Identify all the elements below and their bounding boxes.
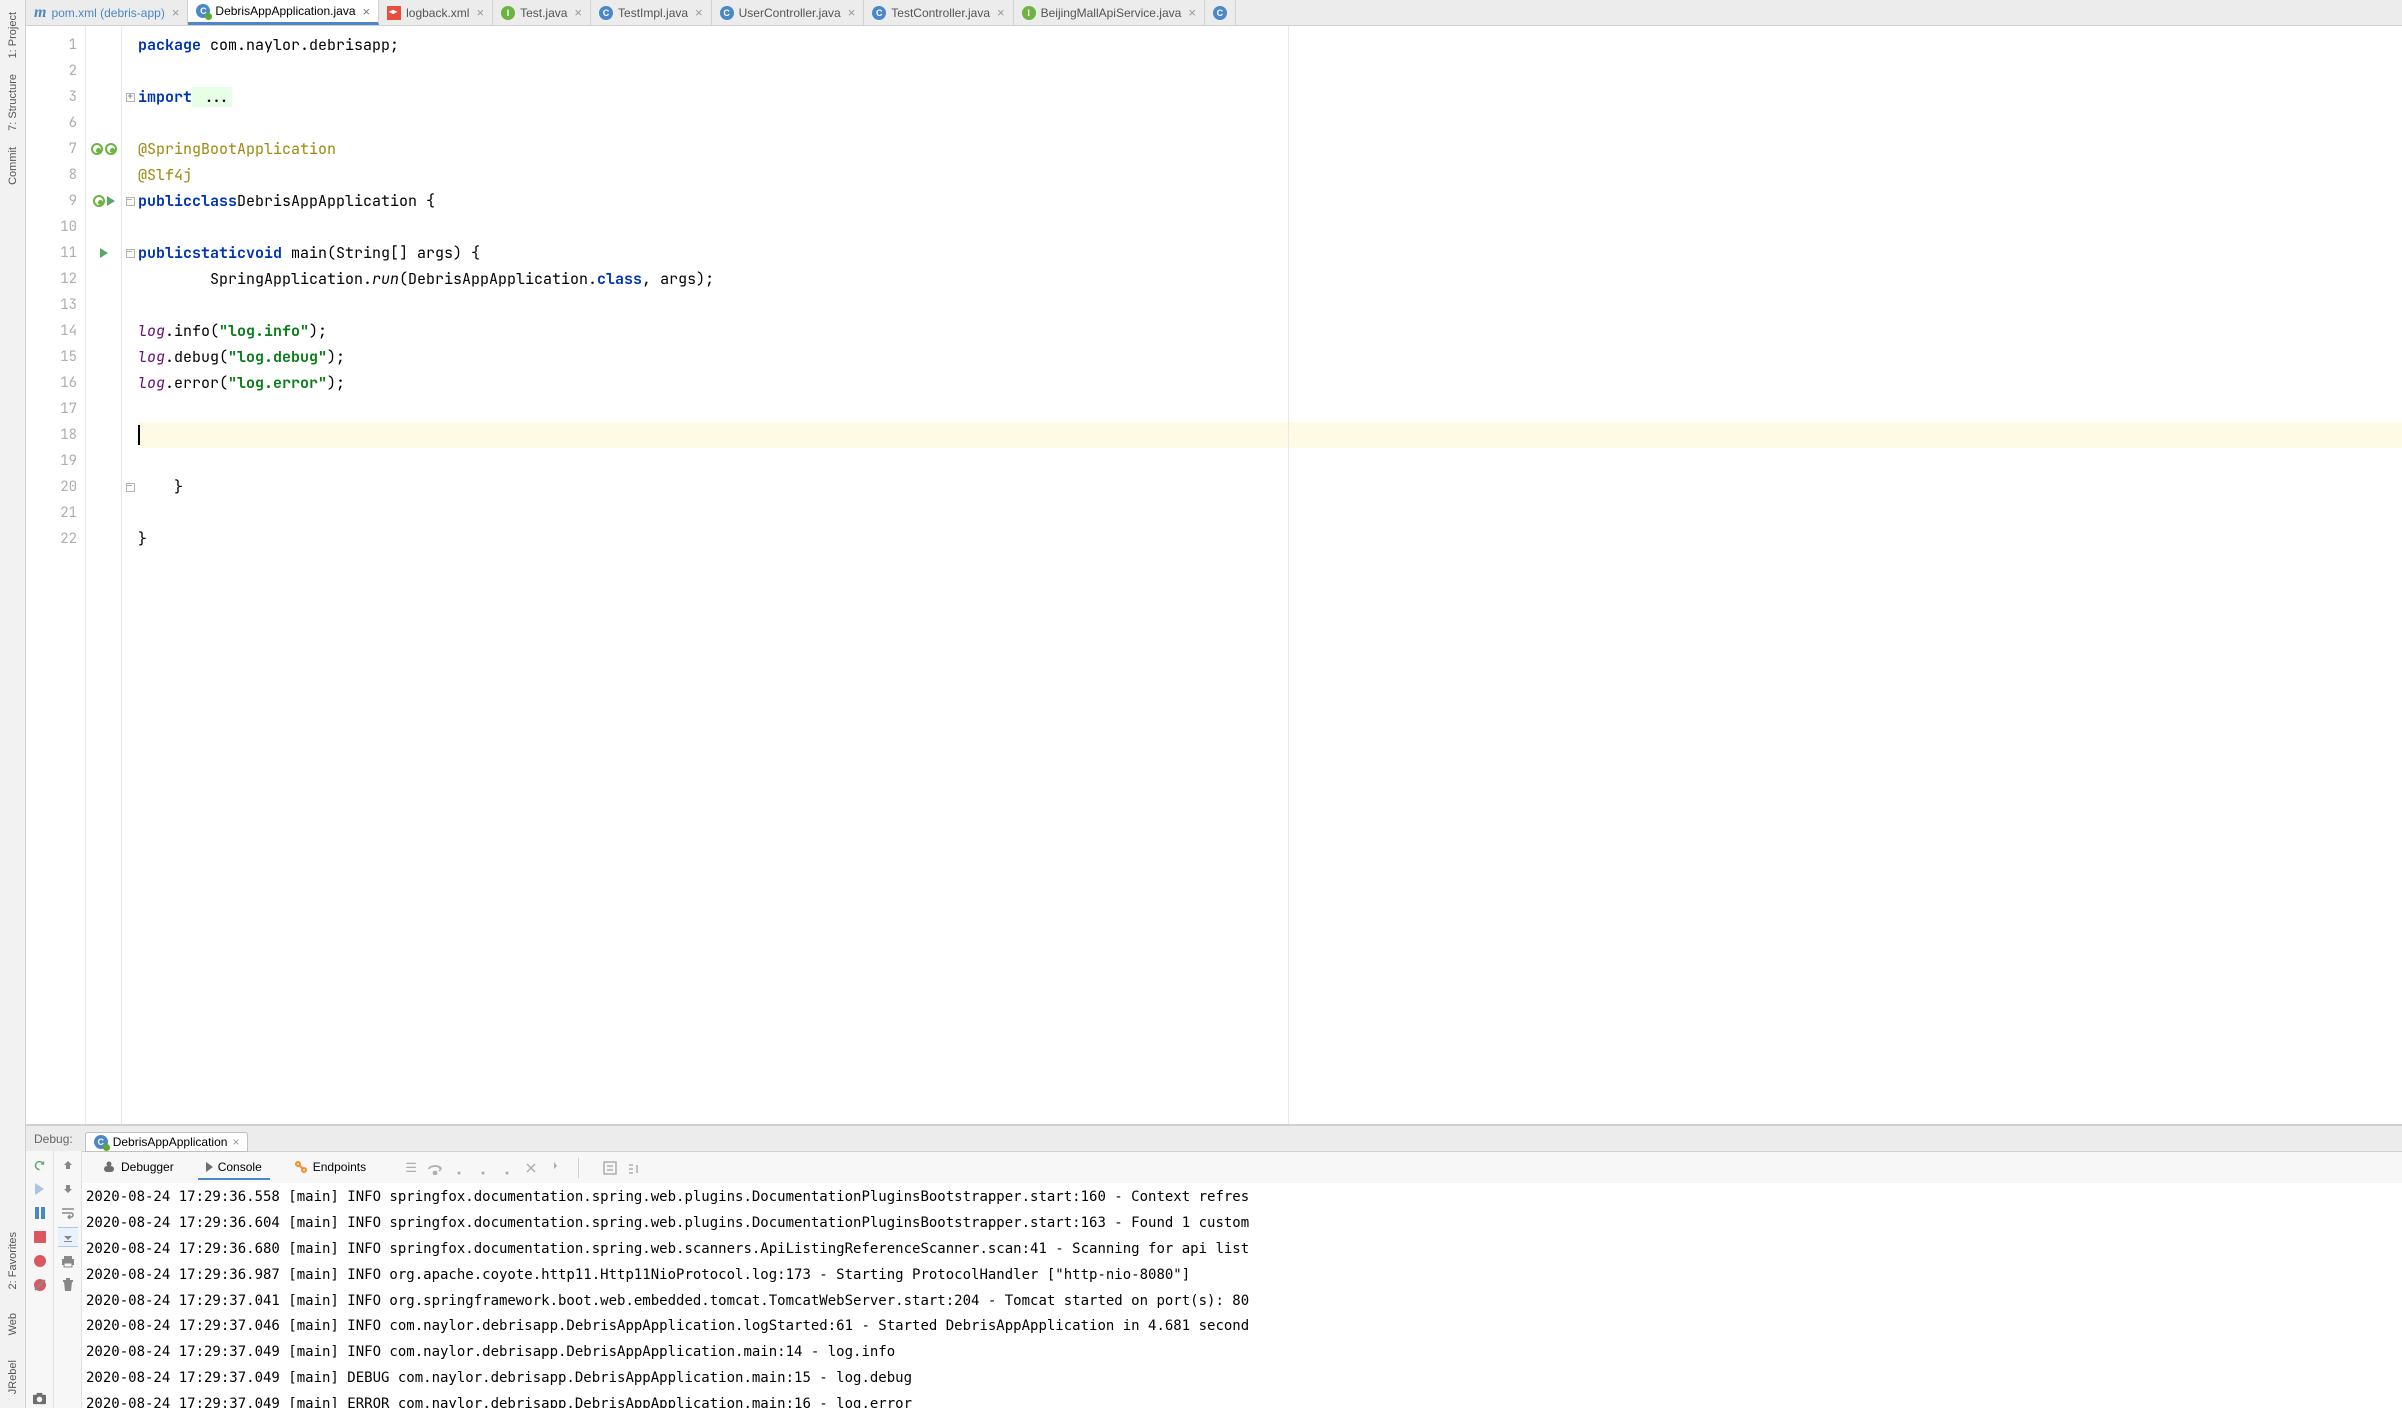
step-into-icon[interactable] (450, 1159, 468, 1177)
rail-structure[interactable]: 7: Structure (5, 66, 21, 139)
debug-exec-rail (26, 1151, 54, 1408)
interface-icon (1022, 6, 1036, 20)
threads-icon[interactable]: ☰ (402, 1159, 420, 1177)
run-icon[interactable] (100, 248, 108, 258)
step-out-icon[interactable] (498, 1159, 516, 1177)
right-margin-line (1288, 26, 1289, 1124)
rerun-icon[interactable] (30, 1155, 50, 1175)
class-icon (872, 6, 886, 20)
log-line: 2020-08-24 17:29:37.049 [main] INFO com.… (86, 1340, 2398, 1366)
tab-pom[interactable]: mpom.xml (debris-app)× (26, 0, 188, 25)
tab-testcontroller[interactable]: TestController.java× (864, 0, 1013, 25)
trash-icon[interactable] (58, 1275, 78, 1295)
tab-truncated[interactable] (1205, 0, 1236, 25)
close-icon[interactable]: × (232, 1135, 239, 1149)
class-icon (94, 1135, 108, 1149)
run-to-cursor-icon[interactable] (546, 1159, 564, 1177)
mute-breakpoints-icon[interactable] (30, 1275, 50, 1295)
run-icon[interactable] (107, 196, 115, 206)
left-tool-rail: 1: Project 7: Structure Commit 2: Favori… (0, 0, 26, 1408)
rail-jrebel[interactable]: JRebel (5, 1352, 21, 1402)
log-line: 2020-08-24 17:29:37.049 [main] DEBUG com… (86, 1366, 2398, 1392)
evaluate-icon[interactable] (601, 1159, 619, 1177)
tab-logback[interactable]: ◂▸logback.xml× (379, 0, 493, 25)
log-line: 2020-08-24 17:29:36.987 [main] INFO org.… (86, 1263, 2398, 1289)
rail-web[interactable]: Web (5, 1305, 21, 1343)
breakpoints-icon[interactable] (30, 1251, 50, 1271)
current-line (138, 422, 2402, 448)
gutter-icons (86, 26, 122, 1124)
interface-icon (501, 6, 515, 20)
tab-test[interactable]: Test.java× (493, 0, 591, 25)
spring-icon[interactable] (105, 143, 117, 155)
tab-testimpl[interactable]: TestImpl.java× (591, 0, 712, 25)
tab-usercontroller[interactable]: UserController.java× (712, 0, 865, 25)
debug-toolbar: Debugger Console Endpoints ☰ (82, 1151, 2402, 1183)
scroll-down-icon[interactable] (58, 1179, 78, 1199)
close-icon[interactable]: × (1188, 5, 1196, 20)
fold-gutter (122, 26, 138, 1124)
close-icon[interactable]: × (363, 4, 371, 19)
class-icon (599, 6, 613, 20)
drop-frame-icon[interactable] (522, 1159, 540, 1177)
log-line: 2020-08-24 17:29:36.680 [main] INFO spri… (86, 1237, 2398, 1263)
editor-tabs: mpom.xml (debris-app)× DebrisAppApplicat… (26, 0, 2402, 26)
scroll-up-icon[interactable] (58, 1155, 78, 1175)
close-icon[interactable]: × (848, 5, 856, 20)
maven-icon: m (34, 4, 46, 22)
debug-label: Debug: (34, 1132, 73, 1146)
console-output[interactable]: 2020-08-24 17:29:36.558 [main] INFO spri… (82, 1183, 2402, 1408)
print-icon[interactable] (58, 1251, 78, 1271)
rail-favorites[interactable]: 2: Favorites (5, 1224, 21, 1297)
close-icon[interactable]: × (574, 5, 582, 20)
close-icon[interactable]: × (476, 5, 484, 20)
debug-runconfig-bar: Debug: DebrisAppApplication × (26, 1125, 2402, 1151)
log-line: 2020-08-24 17:29:37.046 [main] INFO com.… (86, 1314, 2398, 1340)
rail-commit[interactable]: Commit (5, 139, 21, 193)
pause-icon[interactable] (30, 1203, 50, 1223)
console-tab[interactable]: Console (198, 1156, 270, 1180)
debug-run-tab[interactable]: DebrisAppApplication × (85, 1132, 249, 1152)
spring-icon[interactable] (93, 195, 105, 207)
rail-project[interactable]: 1: Project (5, 4, 21, 66)
xml-icon: ◂▸ (387, 6, 401, 20)
trace-icon[interactable] (625, 1159, 643, 1177)
log-line: 2020-08-24 17:29:36.604 [main] INFO spri… (86, 1211, 2398, 1237)
fold-collapse-icon[interactable] (126, 483, 135, 492)
step-over-icon[interactable] (426, 1159, 444, 1177)
editor[interactable]: 1 2 3 6 7 8 9 10 11 12 13 14 15 16 17 18… (26, 26, 2402, 1124)
class-icon (1213, 6, 1227, 20)
class-icon (196, 4, 210, 18)
code-area[interactable]: package com.naylor.debrisapp; import ...… (138, 26, 2402, 1124)
debugger-tab[interactable]: Debugger (94, 1156, 182, 1180)
close-icon[interactable]: × (695, 5, 703, 20)
camera-icon[interactable] (30, 1388, 50, 1408)
spring-icon[interactable] (91, 143, 103, 155)
fold-expand-icon[interactable] (126, 93, 135, 102)
log-line: 2020-08-24 17:29:37.041 [main] INFO org.… (86, 1289, 2398, 1315)
line-number-gutter: 1 2 3 6 7 8 9 10 11 12 13 14 15 16 17 18… (26, 26, 86, 1124)
endpoints-tab[interactable]: Endpoints (286, 1156, 374, 1180)
fold-collapse-icon[interactable] (126, 197, 135, 206)
fold-collapse-icon[interactable] (126, 249, 135, 258)
log-line: 2020-08-24 17:29:36.558 [main] INFO spri… (86, 1185, 2398, 1211)
soft-wrap-icon[interactable] (58, 1203, 78, 1223)
scroll-to-end-icon[interactable] (58, 1227, 78, 1247)
tab-beijingmall[interactable]: BeijingMallApiService.java× (1014, 0, 1205, 25)
play-icon (206, 1162, 213, 1172)
force-step-into-icon[interactable] (474, 1159, 492, 1177)
class-icon (720, 6, 734, 20)
close-icon[interactable]: × (172, 5, 180, 20)
tab-debrisapp[interactable]: DebrisAppApplication.java× (188, 0, 379, 25)
close-icon[interactable]: × (997, 5, 1005, 20)
resume-icon[interactable] (30, 1179, 50, 1199)
console-action-rail (54, 1151, 82, 1408)
log-line: 2020-08-24 17:29:37.049 [main] ERROR com… (86, 1392, 2398, 1408)
stop-icon[interactable] (30, 1227, 50, 1247)
caret (138, 425, 140, 445)
